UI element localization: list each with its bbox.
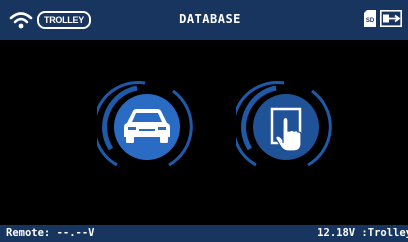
power-connection-icon <box>380 10 402 27</box>
status-header: TROLLEY DATABASE SD <box>0 0 408 40</box>
sd-card-icon: SD <box>364 10 376 27</box>
trolley-voltage-status: 12.18V :Trolley <box>317 227 408 239</box>
status-footer: Remote: --.--V 12.18V :Trolley <box>0 225 408 242</box>
remote-voltage-status: Remote: --.--V <box>6 227 95 239</box>
car-icon <box>97 81 193 167</box>
page-title: DATABASE <box>179 12 241 26</box>
sd-card-label: SD <box>366 18 375 24</box>
trolley-badge: TROLLEY <box>37 11 91 29</box>
device-screen: TROLLEY DATABASE SD Remote: --.--V 12.18… <box>0 0 408 242</box>
vehicle-database-button[interactable] <box>97 79 193 175</box>
hand-touch-icon <box>236 81 332 167</box>
wifi-icon <box>9 12 33 29</box>
manual-selection-button[interactable] <box>236 79 332 175</box>
